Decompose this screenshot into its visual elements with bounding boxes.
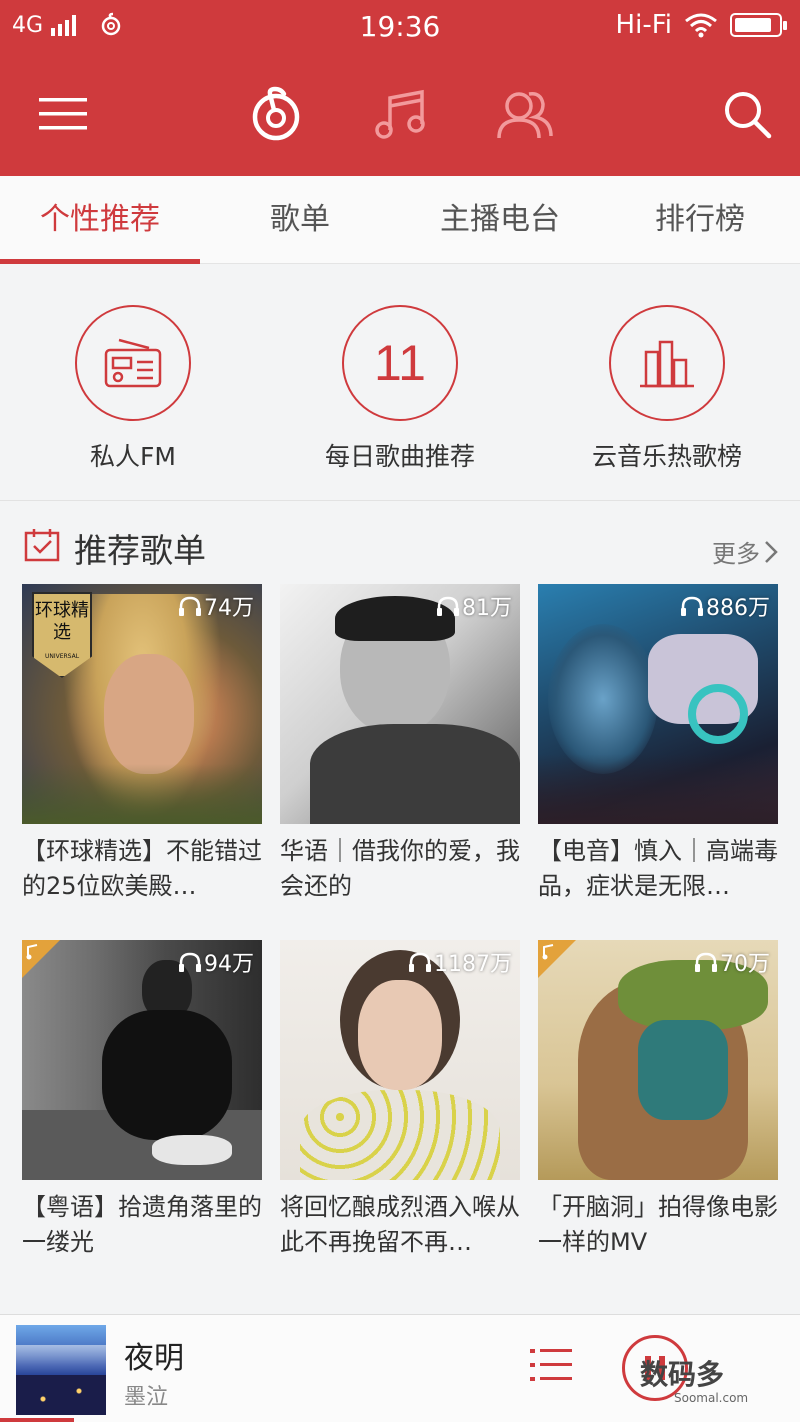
playlist-cover: 886万 [538,584,778,824]
playlist-queue-icon[interactable] [530,1347,572,1387]
playlist-title: 将回忆酿成烈酒入喉从此不再挽留不再… [280,1193,520,1256]
playlist-cover: 70万 [538,940,778,1180]
daily-recommend-entry[interactable]: 11 每日歌曲推荐 [275,305,525,473]
headphone-icon [409,952,431,972]
corner-music-icon [542,944,554,960]
radio-icon [75,305,191,421]
chevron-right-icon [765,540,778,563]
playlist-title: 【电音】慎入｜高端毒品，症状是无限… [538,837,778,900]
watermark: 数码多 Soomal.com [640,1353,748,1405]
battery-icon [730,13,787,37]
play-count: 886万 [680,590,770,622]
playback-progress-bar [0,1418,74,1422]
hifi-label: Hi-Fi [615,10,672,40]
play-count: 94万 [178,946,254,978]
corner-music-icon [26,944,38,960]
playlist-card[interactable]: 94万 【粤语】拾遗角落里的一缕光 [22,940,262,1260]
section-title: 推荐歌单 [74,531,206,570]
playlist-title: 【粤语】拾遗角落里的一缕光 [22,1193,262,1256]
top-nav [0,52,800,176]
tab-playlists[interactable]: 歌单 [200,176,400,263]
playlist-card[interactable]: 环球精选 UNIVERSAL 74万 【环球精选】不能错过的25位欧美殿… [22,584,262,904]
now-playing-artist: 墨泣 [124,1385,169,1410]
play-count: 81万 [436,590,512,622]
now-playing-cover [16,1325,106,1415]
play-count: 70万 [694,946,770,978]
play-count: 74万 [178,590,254,622]
wifi-icon [685,13,717,38]
playlist-cover: 环球精选 UNIVERSAL 74万 [22,584,262,824]
search-icon[interactable] [720,84,774,144]
recommended-playlists-header: 推荐歌单 更多 [0,502,800,584]
menu-icon[interactable] [36,84,90,144]
play-count-value: 74万 [204,596,254,621]
more-label: 更多 [712,540,760,568]
watermark-sub: Soomal.com [674,1391,749,1405]
playlist-cover: 1187万 [280,940,520,1180]
playlist-card[interactable]: 70万 「开脑洞」拍得像电影一样的MV [538,940,778,1260]
playlist-card[interactable]: 886万 【电音】慎入｜高端毒品，症状是无限… [538,584,778,904]
bar-chart-icon [609,305,725,421]
headphone-icon [179,952,201,972]
play-count-value: 81万 [462,596,512,621]
headphone-icon [437,596,459,616]
more-link[interactable]: 更多 [712,534,778,569]
playlist-title: 「开脑洞」拍得像电影一样的MV [538,1193,778,1256]
play-count-value: 94万 [204,952,254,977]
playlist-title: 华语｜借我你的爱，我会还的 [280,837,520,900]
badge-text: 环球精选 [35,600,89,643]
playlist-card[interactable]: 1187万 将回忆酿成烈酒入喉从此不再挽留不再… [280,940,520,1260]
tab-personal-recommend[interactable]: 个性推荐 [0,176,200,264]
calendar-check-icon [24,529,60,562]
daily-recommend-label: 每日歌曲推荐 [324,442,475,471]
private-fm-label: 私人FM [90,442,176,471]
play-count-value: 70万 [720,952,770,977]
hot-chart-label: 云音乐热歌榜 [591,442,742,471]
music-note-icon[interactable] [370,84,430,144]
status-right: Hi-Fi [615,10,787,40]
play-count: 1187万 [408,946,512,978]
friends-icon[interactable] [494,84,556,144]
hot-chart-entry[interactable]: 云音乐热歌榜 [542,305,792,473]
headphone-icon [695,952,717,972]
tab-radio[interactable]: 主播电台 [400,176,600,263]
playlist-card[interactable]: 81万 华语｜借我你的爱，我会还的 [280,584,520,904]
tab-bar: 个性推荐 歌单 主播电台 排行榜 [0,176,800,264]
quick-entries: 私人FM 11 每日歌曲推荐 云音乐热歌榜 [0,265,800,501]
now-playing-title: 夜明 [124,1341,184,1376]
status-bar: 4G 19:36 Hi-Fi [0,0,800,52]
playlist-cover: 94万 [22,940,262,1180]
playlist-cover: 81万 [280,584,520,824]
tab-charts[interactable]: 排行榜 [600,176,800,263]
mini-player[interactable]: 夜明 墨泣 数码多 Soomal.com [0,1314,800,1422]
private-fm-entry[interactable]: 私人FM [8,305,258,473]
headphone-icon [179,596,201,616]
play-count-value: 886万 [706,596,770,621]
watermark-main: 数码多 [640,1358,725,1391]
netease-music-logo-icon[interactable] [246,84,306,144]
calendar-number-icon: 11 [342,305,458,421]
headphone-icon [681,596,703,616]
play-count-value: 1187万 [434,952,512,977]
daily-date-number: 11 [374,335,426,391]
playlist-title: 【环球精选】不能错过的25位欧美殿… [22,837,262,900]
